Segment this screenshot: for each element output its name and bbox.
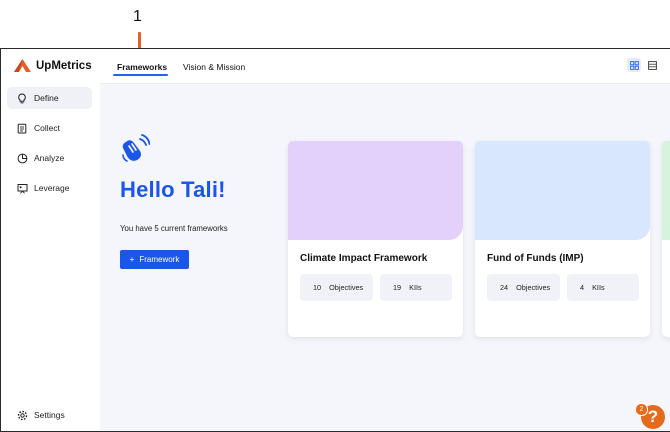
top-tab-bar: Frameworks Vision & Mission bbox=[100, 49, 670, 84]
greeting-title: Hello Tali! bbox=[120, 177, 226, 202]
card-banner bbox=[662, 141, 670, 240]
objectives-label: Objectives bbox=[329, 283, 364, 292]
list-view-button[interactable] bbox=[645, 58, 659, 72]
help-icon: ? bbox=[647, 407, 659, 426]
wave-hand-icon bbox=[120, 133, 151, 168]
view-toggle bbox=[627, 58, 659, 72]
sidebar-item-label: Analyze bbox=[34, 153, 65, 163]
card-banner bbox=[288, 141, 463, 240]
sidebar-item-label: Collect bbox=[34, 123, 60, 133]
notification-badge: 2 bbox=[635, 403, 648, 416]
grid-view-button[interactable] bbox=[627, 58, 641, 72]
objectives-count: 10 bbox=[313, 283, 322, 292]
tab-frameworks[interactable]: Frameworks bbox=[117, 62, 167, 72]
grid-view-icon bbox=[629, 60, 639, 70]
sidebar-item-settings[interactable]: Settings bbox=[7, 404, 92, 426]
sidebar-item-leverage[interactable]: Leverage bbox=[7, 177, 92, 199]
tab-vision-mission[interactable]: Vision & Mission bbox=[183, 62, 245, 72]
gear-icon bbox=[16, 409, 28, 421]
kiis-count: 4 bbox=[580, 283, 585, 292]
annotation-number: 1 bbox=[133, 8, 142, 25]
kiis-count: 19 bbox=[393, 283, 402, 292]
objectives-pill[interactable]: 24 Objectives bbox=[487, 274, 560, 301]
objectives-label: Objectives bbox=[516, 283, 551, 292]
card-title: Climate Impact Framework bbox=[300, 253, 428, 264]
kiis-pill[interactable]: 19 KIIs bbox=[380, 274, 452, 301]
brand-logo[interactable]: UpMetrics bbox=[13, 58, 92, 73]
framework-card-partial[interactable] bbox=[662, 141, 670, 337]
sidebar: UpMetrics Define Collect Analyze Leverag… bbox=[1, 49, 100, 431]
sidebar-item-label: Define bbox=[34, 93, 59, 103]
add-framework-label: Framework bbox=[139, 255, 180, 264]
objectives-pill[interactable]: 10 Objectives bbox=[300, 274, 373, 301]
sidebar-item-analyze[interactable]: Analyze bbox=[7, 147, 92, 169]
sidebar-item-label: Settings bbox=[34, 410, 65, 420]
app-window: UpMetrics Define Collect Analyze Leverag… bbox=[0, 48, 670, 432]
objectives-count: 24 bbox=[500, 283, 509, 292]
upmetrics-logo-icon bbox=[14, 59, 31, 72]
brand-name: UpMetrics bbox=[36, 59, 92, 72]
active-tab-indicator bbox=[113, 74, 168, 76]
kiis-label: KIIs bbox=[409, 283, 422, 292]
kiis-label: KIIs bbox=[592, 283, 605, 292]
add-framework-button[interactable]: + Framework bbox=[120, 250, 189, 269]
sidebar-item-collect[interactable]: Collect bbox=[7, 117, 92, 139]
framework-card[interactable]: Fund of Funds (IMP) 24 Objectives 4 KIIs bbox=[475, 141, 650, 337]
main-content: Frameworks Vision & Mission Hello Tali! … bbox=[100, 49, 670, 431]
sidebar-item-define[interactable]: Define bbox=[7, 87, 92, 109]
sidebar-item-label: Leverage bbox=[34, 183, 70, 193]
presentation-icon bbox=[16, 182, 28, 194]
list-view-icon bbox=[647, 60, 657, 70]
clipboard-icon bbox=[16, 122, 28, 134]
plus-icon: + bbox=[129, 255, 135, 264]
card-banner bbox=[475, 141, 650, 240]
kiis-pill[interactable]: 4 KIIs bbox=[567, 274, 639, 301]
lightbulb-icon bbox=[16, 92, 28, 104]
frameworks-count-text: You have 5 current frameworks bbox=[120, 224, 228, 233]
card-title: Fund of Funds (IMP) bbox=[487, 253, 584, 264]
pie-chart-icon bbox=[16, 152, 28, 164]
framework-card[interactable]: Climate Impact Framework 10 Objectives 1… bbox=[288, 141, 463, 337]
